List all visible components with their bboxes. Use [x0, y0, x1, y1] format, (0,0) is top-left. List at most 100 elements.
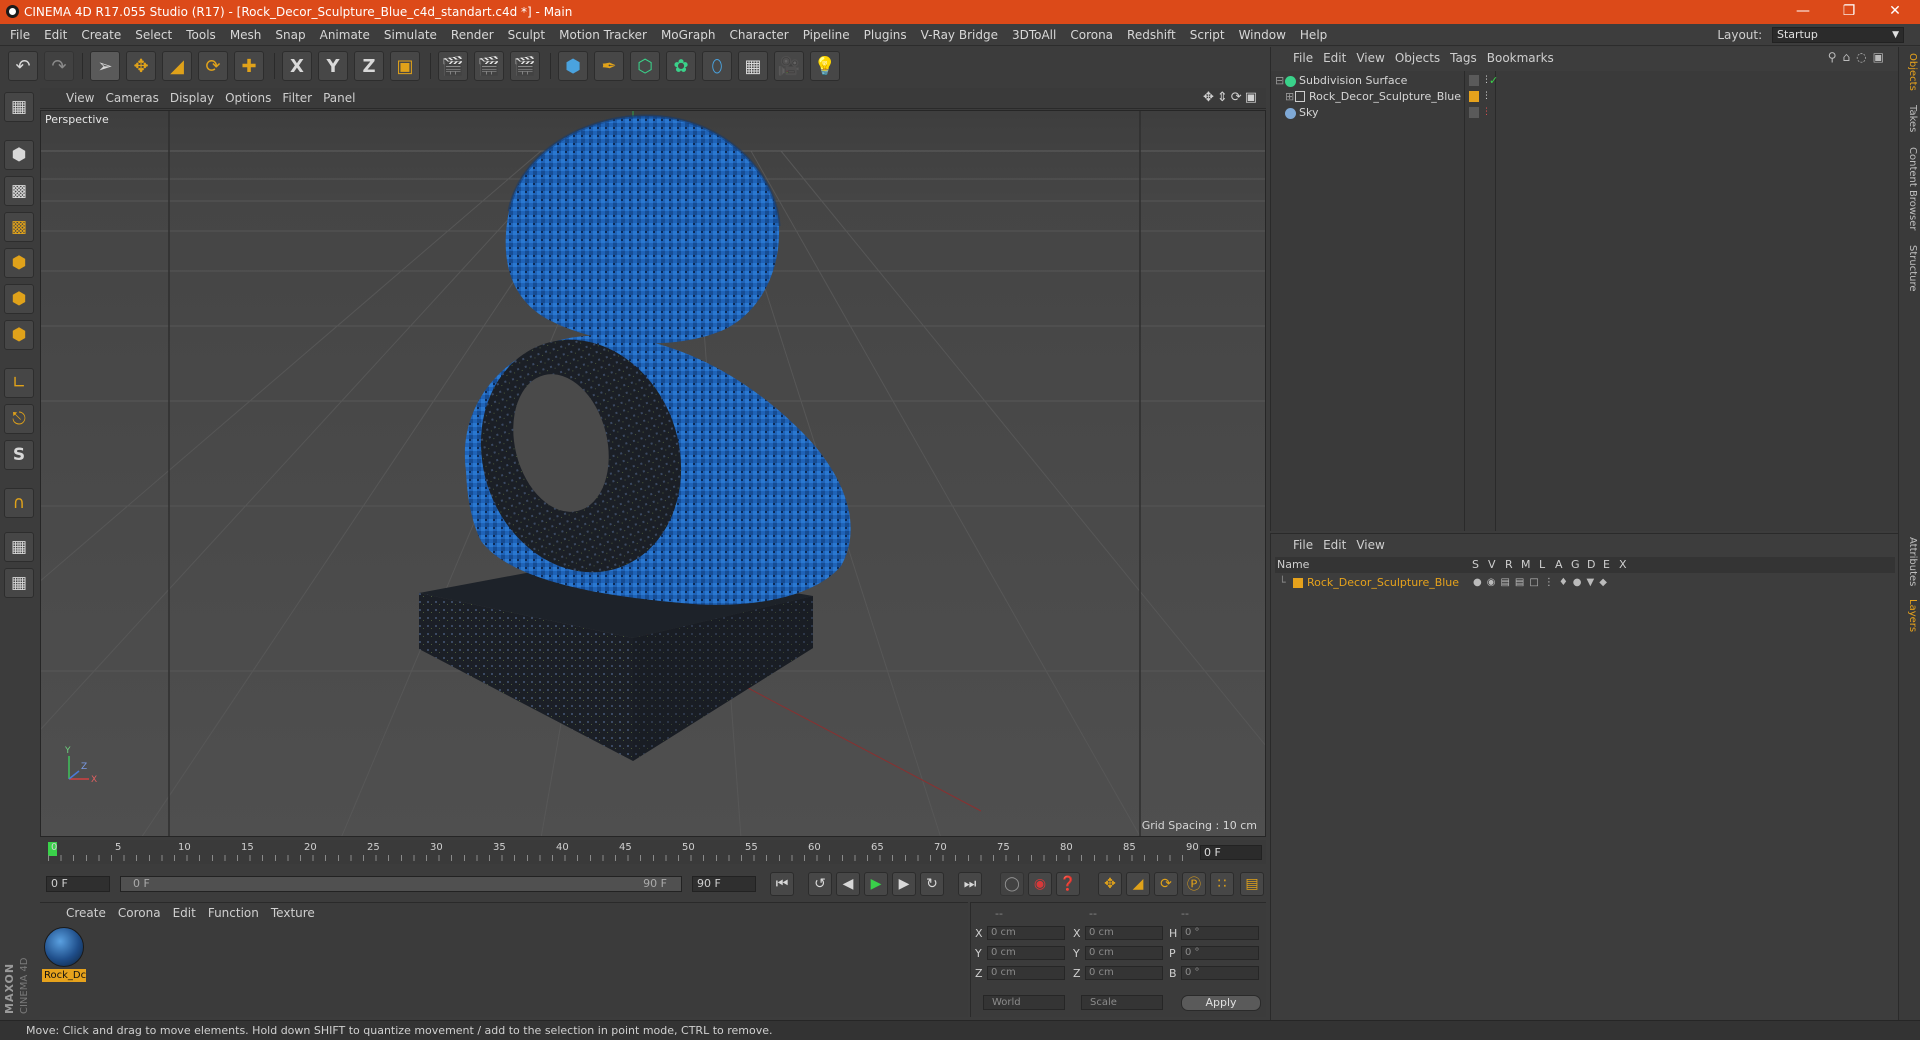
viewport-menu-display[interactable]: Display: [170, 88, 225, 109]
menu-create[interactable]: Create: [74, 24, 128, 46]
material-menu-create[interactable]: Create: [66, 903, 118, 923]
eye-icon[interactable]: ◉: [1487, 577, 1501, 588]
goto-next-key-button[interactable]: ↻: [920, 872, 944, 896]
menu-select[interactable]: Select: [128, 24, 179, 46]
menu-pipeline[interactable]: Pipeline: [796, 24, 857, 46]
position-x-field[interactable]: 0 cm: [987, 926, 1065, 940]
points-mode-button[interactable]: ⬢: [4, 248, 34, 278]
layer-row[interactable]: └ Rock_Decor_Sculpture_Blue ●◉▤▤□⋮♦●▼◆: [1275, 574, 1895, 592]
layers-menu-file[interactable]: File: [1293, 534, 1323, 556]
search-icon[interactable]: ⚲: [1828, 50, 1843, 64]
menu-simulate[interactable]: Simulate: [377, 24, 444, 46]
goto-end-button[interactable]: ⏭: [958, 872, 982, 896]
menu-motion-tracker[interactable]: Motion Tracker: [552, 24, 654, 46]
next-frame-button[interactable]: ▶: [892, 872, 916, 896]
layers-menu-edit[interactable]: Edit: [1323, 534, 1356, 556]
key-scale-button[interactable]: ◢: [1126, 872, 1150, 896]
tab-structure[interactable]: Structure: [1902, 245, 1918, 292]
add-light-button[interactable]: 💡: [810, 51, 840, 81]
objects-menu-objects[interactable]: Objects: [1395, 47, 1450, 69]
preview-range-slider[interactable]: 0 F 90 F: [120, 876, 682, 892]
workplane-mode-button[interactable]: ▩: [4, 212, 34, 242]
orbit-view-icon[interactable]: ⟳: [1231, 90, 1245, 105]
play-button[interactable]: ▶: [864, 872, 888, 896]
planar-workplane-button[interactable]: ▦: [4, 568, 34, 598]
keyframe-selection-button[interactable]: ❓: [1056, 872, 1080, 896]
menu-script[interactable]: Script: [1183, 24, 1232, 46]
tweak-mode-button[interactable]: ⎋: [4, 404, 34, 434]
menu-redshift[interactable]: Redshift: [1120, 24, 1183, 46]
objects-menu-tags[interactable]: Tags: [1450, 47, 1487, 69]
menu-sculpt[interactable]: Sculpt: [501, 24, 552, 46]
generator-icon[interactable]: ♦: [1559, 577, 1573, 588]
layer-color-icon[interactable]: [1469, 91, 1479, 102]
layer-tag-icon[interactable]: [1469, 107, 1479, 118]
dolly-view-icon[interactable]: ⇕: [1217, 90, 1231, 105]
end-frame-field[interactable]: 90 F: [692, 876, 756, 892]
layout-select[interactable]: Startup ▼: [1772, 27, 1904, 43]
lock-workplane-button[interactable]: ▦: [4, 532, 34, 562]
restore-icon[interactable]: ❐: [1826, 0, 1872, 24]
layer-toggles[interactable]: ●◉▤▤□⋮♦●▼◆: [1473, 574, 1612, 592]
tab-layers[interactable]: Layers: [1902, 599, 1918, 632]
render-view-button[interactable]: 🎬: [438, 51, 468, 81]
new-window-icon[interactable]: ▣: [1873, 50, 1890, 64]
key-position-button[interactable]: ✥: [1098, 872, 1122, 896]
material-thumbnail[interactable]: [44, 927, 84, 967]
make-editable-button[interactable]: ▦: [4, 92, 34, 122]
key-rotation-button[interactable]: ⟳: [1154, 872, 1178, 896]
material-menu-edit[interactable]: Edit: [173, 903, 208, 923]
viewport-menu-filter[interactable]: Filter: [282, 88, 323, 109]
objects-menu-edit[interactable]: Edit: [1323, 47, 1356, 69]
previous-frame-button[interactable]: ◀: [836, 872, 860, 896]
deformer-icon[interactable]: ●: [1573, 577, 1587, 588]
rotate-tool-button[interactable]: ⟳: [198, 51, 228, 81]
size-z-field[interactable]: 0 cm: [1085, 966, 1163, 980]
layers-menu-view[interactable]: View: [1356, 534, 1394, 556]
add-cube-button[interactable]: ⬢: [558, 51, 588, 81]
menu-vray-bridge[interactable]: V-Ray Bridge: [914, 24, 1005, 46]
live-selection-button[interactable]: ➢: [90, 51, 120, 81]
layer-name[interactable]: Rock_Decor_Sculpture_Blue: [1307, 574, 1459, 592]
axis-mode-button[interactable]: ∟: [4, 368, 34, 398]
record-keys-button[interactable]: ◯: [1000, 872, 1024, 896]
menu-help[interactable]: Help: [1293, 24, 1334, 46]
timeline-ruler[interactable]: 0 5 10 15 20 25 30 35 40 45 50 55 60 65 …: [40, 840, 1266, 864]
goto-previous-key-button[interactable]: ↺: [808, 872, 832, 896]
key-parameter-button[interactable]: Ⓟ: [1182, 872, 1206, 896]
texture-mode-button[interactable]: ▩: [4, 176, 34, 206]
timeline-track[interactable]: 0 5 10 15 20 25 30 35 40 45 50 55 60 65 …: [48, 842, 1199, 862]
goto-start-button[interactable]: ⏮: [770, 872, 794, 896]
add-subdivision-surface-button[interactable]: ⬡: [630, 51, 660, 81]
menu-edit[interactable]: Edit: [37, 24, 74, 46]
polygons-mode-button[interactable]: ⬢: [4, 320, 34, 350]
layer-color-swatch[interactable]: [1293, 578, 1303, 588]
viewport-menu-panel[interactable]: Panel: [323, 88, 366, 109]
menu-window[interactable]: Window: [1232, 24, 1293, 46]
solo-dot-icon[interactable]: ●: [1473, 577, 1487, 588]
collapse-icon[interactable]: ◌: [1856, 50, 1872, 64]
layer-tag-icon[interactable]: [1469, 75, 1479, 86]
animation-icon[interactable]: ⋮: [1544, 577, 1559, 588]
x-axis-button[interactable]: X: [282, 51, 312, 81]
key-pla-button[interactable]: ∷: [1210, 872, 1234, 896]
size-x-field[interactable]: 0 cm: [1085, 926, 1163, 940]
edges-mode-button[interactable]: ⬢: [4, 284, 34, 314]
minimize-icon[interactable]: —: [1780, 0, 1826, 24]
rotation-p-field[interactable]: 0 °: [1181, 946, 1259, 960]
timeline-window-button[interactable]: ▤: [1240, 872, 1264, 896]
scale-tool-button[interactable]: ◢: [162, 51, 192, 81]
rotation-h-field[interactable]: 0 °: [1181, 926, 1259, 940]
objects-menu-bookmarks[interactable]: Bookmarks: [1487, 47, 1564, 69]
manager-icon[interactable]: ▤: [1515, 577, 1529, 588]
apply-button[interactable]: Apply: [1181, 995, 1261, 1011]
material-name-label[interactable]: Rock_Dc: [42, 969, 86, 982]
menu-snap[interactable]: Snap: [268, 24, 312, 46]
home-icon[interactable]: ⌂: [1843, 50, 1857, 64]
tab-takes[interactable]: Takes: [1902, 105, 1918, 132]
add-spline-pen-button[interactable]: ✒: [594, 51, 624, 81]
add-deformer-button[interactable]: ⬯: [702, 51, 732, 81]
add-cloner-button[interactable]: ✿: [666, 51, 696, 81]
viewport-menu-options[interactable]: Options: [225, 88, 282, 109]
menu-3dtoall[interactable]: 3DToAll: [1005, 24, 1063, 46]
